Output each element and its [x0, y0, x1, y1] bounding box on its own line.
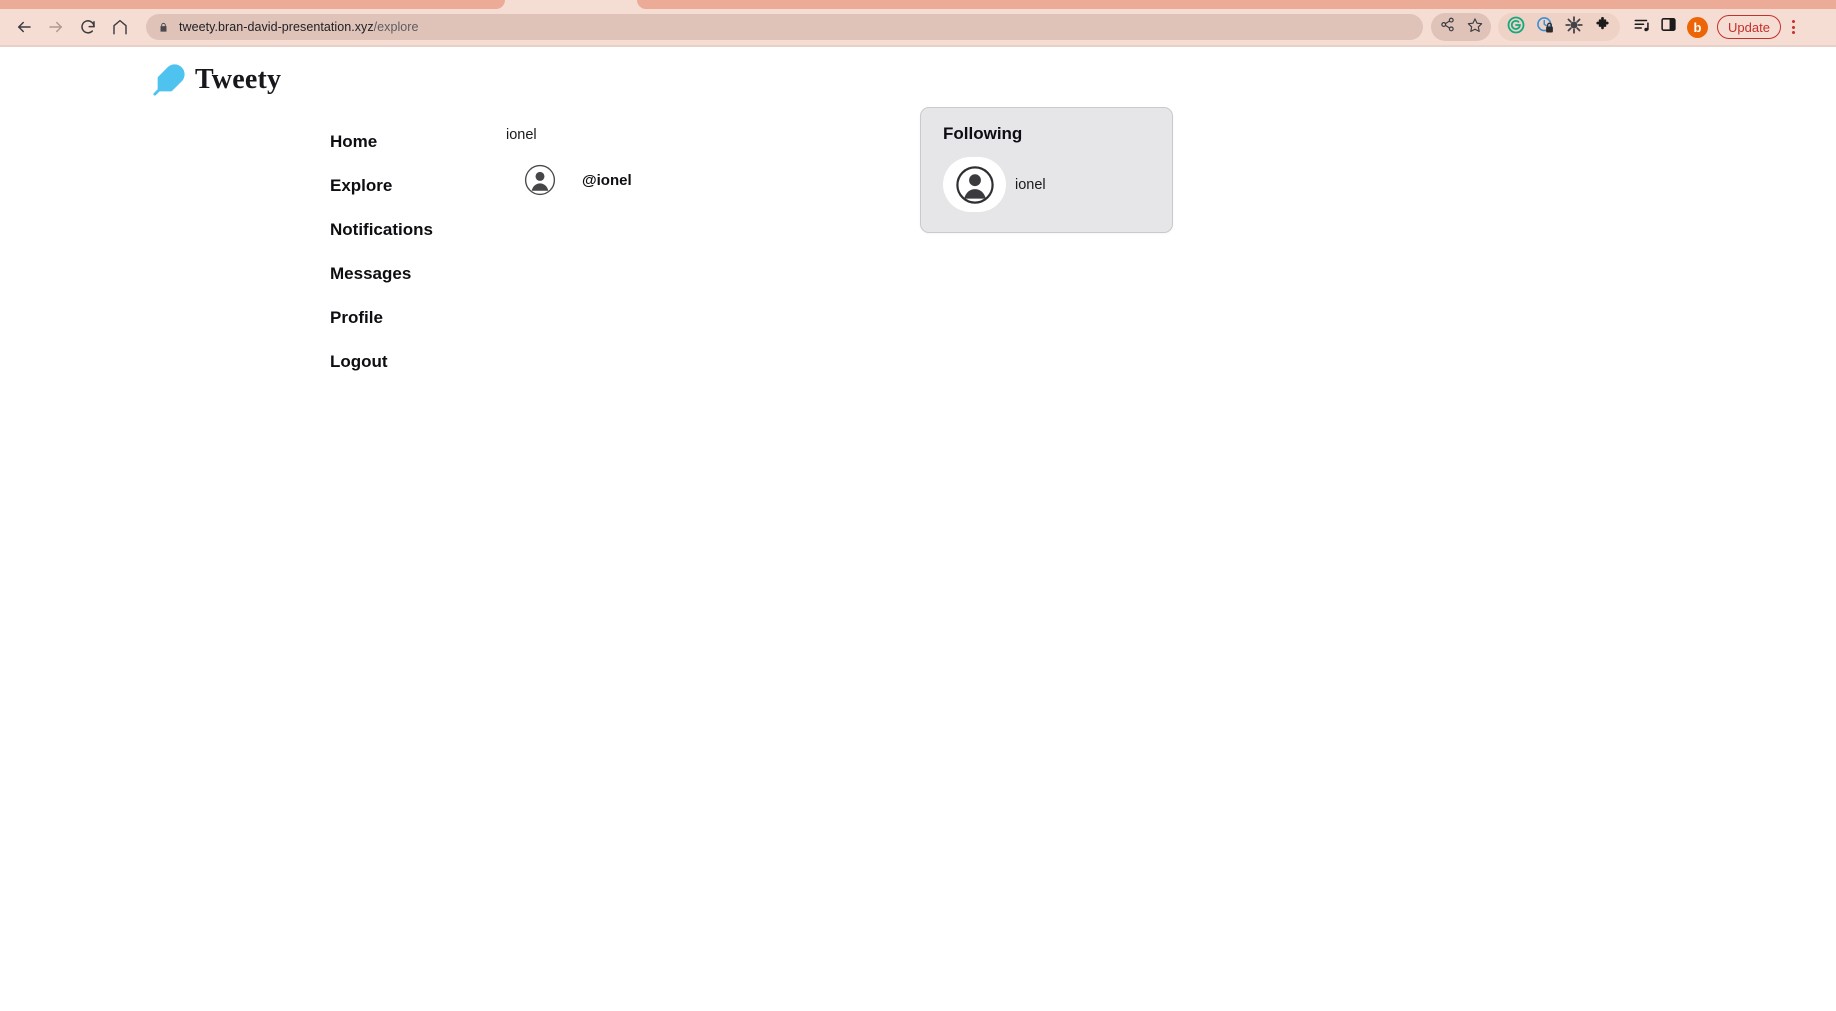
browser-chrome: tweety.bran-david-presentation.xyz/explo…	[0, 0, 1836, 47]
tab-strip-bg-left	[0, 0, 505, 9]
password-manager-extension-button[interactable]	[1531, 13, 1558, 41]
sidebar-item-explore[interactable]: Explore	[330, 177, 392, 194]
share-icon	[1440, 17, 1455, 37]
reading-list-icon	[1633, 16, 1651, 39]
password-manager-extension-icon	[1536, 16, 1554, 39]
user-avatar-icon	[524, 164, 556, 196]
lock-icon	[158, 21, 169, 34]
grammarly-extension-icon	[1507, 16, 1525, 39]
feather-icon	[152, 63, 186, 97]
forward-button[interactable]	[40, 11, 72, 43]
extensions-menu-button[interactable]	[1589, 13, 1616, 41]
grammarly-extension-button[interactable]	[1502, 13, 1529, 41]
bookmark-button[interactable]	[1461, 13, 1488, 41]
reload-button[interactable]	[72, 11, 104, 43]
share-button[interactable]	[1434, 13, 1461, 41]
sidebar-item-notifications[interactable]: Notifications	[330, 221, 433, 238]
update-button[interactable]: Update	[1717, 15, 1781, 39]
side-panel-icon	[1660, 16, 1677, 38]
toolbar-right-actions: b Update	[1431, 13, 1804, 41]
page-content: Tweety Home Explore Notifications Messag…	[0, 47, 1836, 1011]
sidebar-nav: Home Explore Notifications Messages Prof…	[330, 119, 490, 370]
reload-icon	[79, 18, 97, 36]
forward-arrow-icon	[47, 18, 65, 36]
tab-strip-bg-right	[637, 0, 1836, 9]
bug-extension-button[interactable]	[1560, 13, 1587, 41]
user-avatar-icon	[955, 165, 995, 205]
reading-list-button[interactable]	[1628, 13, 1655, 41]
bug-extension-icon	[1564, 15, 1583, 39]
kebab-menu-icon[interactable]	[1784, 13, 1804, 41]
browser-tab-strip	[0, 0, 1836, 9]
star-icon	[1467, 17, 1483, 38]
back-arrow-icon	[15, 18, 33, 36]
sidebar-item-profile[interactable]: Profile	[330, 309, 383, 326]
following-panel: Following ionel	[920, 107, 1173, 233]
share-bookmark-group	[1431, 13, 1491, 41]
home-button[interactable]	[104, 11, 136, 43]
sidebar-item-logout[interactable]: Logout	[330, 353, 388, 370]
following-avatar-wrapper	[943, 157, 1006, 212]
active-browser-tab[interactable]	[505, 0, 637, 9]
address-bar[interactable]: tweety.bran-david-presentation.xyz/explo…	[146, 14, 1423, 40]
extensions-group	[1498, 13, 1620, 41]
following-panel-title: Following	[943, 124, 1023, 143]
sidebar-item-home[interactable]: Home	[330, 133, 377, 150]
following-user-name[interactable]: ionel	[1015, 177, 1046, 193]
side-panel-button[interactable]	[1655, 13, 1682, 41]
site-header: Tweety	[0, 47, 1836, 97]
main-layout: Home Explore Notifications Messages Prof…	[0, 97, 1836, 370]
back-button[interactable]	[8, 11, 40, 43]
puzzle-extensions-icon	[1594, 16, 1611, 38]
browser-toolbar: tweety.bran-david-presentation.xyz/explo…	[0, 9, 1836, 45]
home-icon	[111, 18, 129, 36]
page-title: Tweety	[195, 64, 282, 95]
user-handle[interactable]: @ionel	[582, 172, 632, 189]
address-bar-url: tweety.bran-david-presentation.xyz/explo…	[179, 20, 419, 34]
following-list-item[interactable]: ionel	[943, 157, 1152, 212]
browser-profile-avatar[interactable]: b	[1687, 16, 1708, 38]
sidebar-item-messages[interactable]: Messages	[330, 265, 411, 282]
